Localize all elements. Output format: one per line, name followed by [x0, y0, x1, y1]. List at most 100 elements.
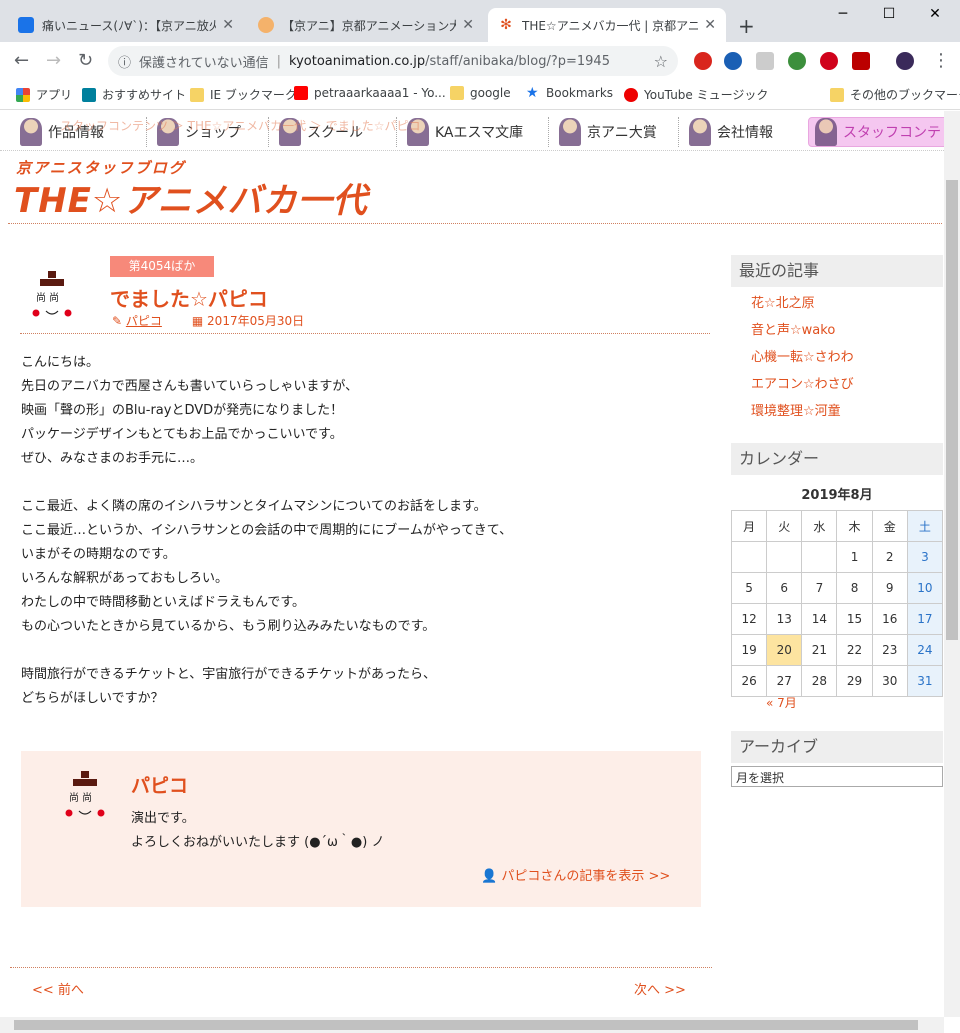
calendar-day: 10: [906, 572, 944, 604]
address-bar[interactable]: ⓘ 保護されていない通信 | kyotoanimation.co.jp /sta…: [108, 46, 678, 76]
folder-icon: [190, 87, 204, 102]
maximize-button[interactable]: ☐: [866, 6, 912, 22]
character-icon: [815, 118, 837, 146]
body-line: [21, 471, 711, 495]
weekday-header: 土: [906, 510, 944, 542]
post-body: こんにちは。 先日のアニバカで西屋さんも書いていらっしゃいますが、 映画「聲の形…: [21, 351, 711, 711]
recent-post-link[interactable]: 音と声☆wako: [751, 319, 835, 338]
recent-post-link[interactable]: 花☆北之原: [751, 292, 815, 311]
close-tab-icon[interactable]: ✕: [222, 17, 234, 33]
news-favicon-icon: [18, 17, 34, 33]
pdf-icon[interactable]: [852, 52, 870, 70]
close-tab-icon[interactable]: ✕: [704, 17, 716, 33]
folder-icon: [450, 86, 464, 100]
calendar-day: 15: [836, 603, 873, 635]
vertical-scroll-thumb[interactable]: [946, 180, 958, 640]
article-divider: [20, 333, 710, 334]
bookmark-item[interactable]: ★ Bookmarks: [526, 86, 613, 100]
reload-icon[interactable]: ↻: [78, 50, 93, 71]
bookmark-item[interactable]: google: [450, 86, 511, 100]
tab-strip: 痛いニュース(ﾉ∀`)：【京アニ放火】 著 ✕ 【京アニ】京都アニメーション大賞…: [0, 0, 960, 42]
bookmark-item[interactable]: YouTube ミュージック: [624, 86, 768, 103]
avatar-icon[interactable]: [896, 52, 914, 70]
post-number-badge: 第4054ばか: [110, 256, 214, 277]
site-logo[interactable]: THE☆アニメバカ一代: [14, 173, 368, 222]
folder-icon: [830, 87, 844, 102]
weekday-header: 月: [730, 510, 768, 542]
calendar-day: 26: [730, 665, 768, 697]
star-icon: ★: [526, 85, 539, 101]
bookmark-star-icon[interactable]: ☆: [654, 52, 668, 71]
nav-item[interactable]: 京アニ大賞: [548, 117, 657, 147]
bookmark-item[interactable]: おすすめサイト: [82, 86, 186, 103]
recent-post-link[interactable]: エアコン☆わさび: [751, 373, 854, 392]
weekday-header: 火: [766, 510, 803, 542]
calendar-day: 2: [871, 541, 908, 573]
recycle-icon[interactable]: [788, 52, 806, 70]
author-box: 尚 尚 パピコ 演出です。 よろしくおねがいいたします (●´ω｀●) ノ 👤 …: [21, 751, 701, 907]
youtube-icon: [294, 86, 308, 100]
adblock-icon[interactable]: [820, 52, 838, 70]
browser-tab[interactable]: 【京アニ】京都アニメーション大賞【KA ✕: [248, 8, 484, 42]
menu-kebab-icon[interactable]: ⋮: [932, 50, 950, 71]
recent-post-link[interactable]: 環境整理☆河童: [751, 400, 841, 419]
recent-post-link[interactable]: 心機一転☆さわわ: [751, 346, 854, 365]
post-author[interactable]: ✎ パピコ: [112, 312, 162, 329]
bookmark-item[interactable]: IE ブックマーク: [190, 86, 297, 103]
body-line: 時間旅行ができるチケットと、宇宙旅行ができるチケットがあったら、: [21, 667, 436, 682]
new-tab-button[interactable]: +: [738, 14, 755, 38]
body-line: こんにちは。: [21, 355, 100, 370]
back-arrow-icon[interactable]: ←: [14, 50, 29, 71]
site-nav: 作品情報 ショップ スクール KAエスマ文庫 京アニ大賞 会社情報 スタッフコン…: [0, 111, 944, 151]
minimize-button[interactable]: ─: [820, 6, 866, 22]
calendar-day: 29: [836, 665, 873, 697]
character-icon: [559, 118, 581, 146]
browser-toolbar: ← → ↻ ⓘ 保護されていない通信 | kyotoanimation.co.j…: [0, 42, 960, 80]
header-divider: [8, 223, 942, 224]
calendar-day: 22: [836, 634, 873, 666]
nav-item[interactable]: 会社情報: [678, 117, 773, 147]
calendar-day: 1: [836, 541, 873, 573]
forward-arrow-icon[interactable]: →: [46, 50, 61, 71]
bookmark-item[interactable]: その他のブックマーク: [830, 86, 960, 103]
calendar-day: 28: [801, 665, 838, 697]
body-line: わたしの中で時間移動といえばドラえもんです。: [21, 595, 306, 610]
browser-tab-active[interactable]: ✻ THE☆アニメバカ一代 | 京都アニメー ✕: [488, 8, 726, 42]
post-meta: ✎ パピコ ▦ 2017年05月30日: [112, 312, 304, 329]
bookmark-item[interactable]: petraaarkaaaa1 - Yo...: [294, 86, 446, 100]
calendar-day: 7: [801, 572, 838, 604]
address-separator: |: [276, 53, 282, 69]
browser-tab[interactable]: 痛いニュース(ﾉ∀`)：【京アニ放火】 著 ✕: [8, 8, 244, 42]
calendar-table: 月 火 水 木 金 土 1 2 3 5 6 7 8 9 10 12 13 14 …: [730, 510, 944, 697]
bookmark-item[interactable]: アプリ: [16, 86, 72, 103]
calendar-day: 21: [801, 634, 838, 666]
calendar-prev-month-link[interactable]: « 7月: [766, 694, 797, 711]
post-title: でました☆パピコ: [110, 287, 268, 311]
close-window-button[interactable]: ✕: [912, 6, 958, 22]
extension-icon[interactable]: [694, 52, 712, 70]
prev-link[interactable]: << 前へ: [32, 979, 84, 998]
author-box-bio: よろしくおねがいいたします (●´ω｀●) ノ: [131, 835, 385, 850]
nav-item-active[interactable]: スタッフコンテ: [808, 117, 944, 147]
calendar-day: 6: [766, 572, 803, 604]
horizontal-scroll-thumb[interactable]: [14, 1020, 918, 1030]
person-icon: 👤: [481, 869, 502, 884]
author-posts-link[interactable]: 👤 パピコさんの記事を表示 >>: [481, 865, 670, 884]
next-link[interactable]: 次へ >>: [634, 979, 686, 998]
author-box-name: パピコ: [131, 775, 189, 797]
calendar-day: 30: [871, 665, 908, 697]
body-line: どちらがほしいですか？: [21, 691, 164, 706]
author-box-avatar: 尚 尚: [65, 771, 105, 817]
extension-icon[interactable]: [756, 52, 774, 70]
calendar-day: 9: [871, 572, 908, 604]
apps-grid-icon: [16, 87, 30, 102]
archive-select[interactable]: 月を選択: [731, 766, 943, 787]
extension-icon[interactable]: [724, 52, 742, 70]
body-line: ぜひ、みなさまのお手元に…。: [21, 451, 204, 466]
calendar-day: 14: [801, 603, 838, 635]
calendar-day: [730, 541, 768, 573]
svg-text:尚 尚: 尚 尚: [69, 791, 92, 804]
info-icon[interactable]: ⓘ: [118, 52, 131, 71]
close-tab-icon[interactable]: ✕: [462, 17, 474, 33]
breadcrumb[interactable]: スタッフコンテンツ ＞ THE☆アニメバカ一代 ＞ でました☆パピコ: [60, 117, 420, 134]
